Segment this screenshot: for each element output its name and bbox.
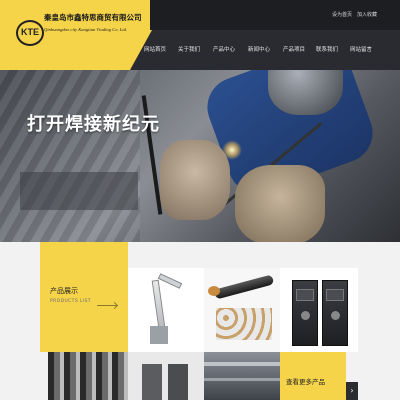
- product-tile-torch[interactable]: [204, 268, 280, 352]
- top-bar: 设为首页 加入收藏: [150, 0, 400, 30]
- robot-arm-image: [151, 279, 166, 329]
- product-tile-robot[interactable]: [128, 268, 204, 352]
- products-title: 产品展示: [50, 287, 78, 295]
- torch-image: [213, 274, 275, 300]
- products-heading-panel: [40, 242, 128, 352]
- nav-item-projects[interactable]: 产品项目: [283, 45, 305, 53]
- welding-machine-image: [292, 280, 318, 346]
- hero-banner[interactable]: [0, 70, 400, 242]
- right-glove-image: [235, 165, 325, 242]
- machine-panel: [296, 289, 314, 301]
- nav-item-products[interactable]: 产品中心: [213, 45, 235, 53]
- nav-item-message[interactable]: 网站留言: [350, 45, 372, 53]
- machine-panel: [326, 289, 344, 301]
- more-products-button[interactable]: 查看更多产品: [280, 352, 346, 400]
- workshop-beam-image: [204, 362, 280, 366]
- torch-tip-image: [208, 286, 220, 296]
- nav-item-home[interactable]: 网站首页: [144, 45, 166, 53]
- hero-title-backdrop: [20, 172, 138, 210]
- cabinet-image: [142, 364, 162, 400]
- nav-item-about[interactable]: 关于我们: [178, 45, 200, 53]
- arrow-right-icon[interactable]: [97, 305, 117, 306]
- tile-spacer: [358, 268, 400, 352]
- welding-helmet-image: [268, 70, 343, 115]
- page: KTE 秦皇岛市鑫特思商贸有限公司 Qinhuangdao city Kangt…: [0, 0, 400, 400]
- torch-parts-image: [216, 308, 272, 340]
- product-tile-cabinets[interactable]: [128, 352, 204, 400]
- machine-dial: [301, 311, 310, 320]
- nav-item-news[interactable]: 新闻中心: [248, 45, 270, 53]
- hero-texture: [0, 70, 140, 242]
- robot-base-image: [150, 326, 168, 344]
- products-subtitle: PRODUCTS LIST: [50, 299, 91, 304]
- company-name-cn: 秦皇岛市鑫特思商贸有限公司: [44, 13, 142, 22]
- welding-spark-image: [222, 140, 242, 160]
- left-glove-image: [160, 140, 230, 220]
- set-homepage-link[interactable]: 设为首页: [332, 11, 352, 18]
- product-tile-rollers[interactable]: [48, 352, 128, 400]
- hero-title: 打开焊接新纪元: [27, 114, 160, 135]
- logo-area[interactable]: KTE 秦皇岛市鑫特思商贸有限公司 Qinhuangdao city Kangt…: [0, 0, 150, 70]
- add-favorite-link[interactable]: 加入收藏: [357, 11, 377, 18]
- welding-machine-image: [322, 280, 348, 346]
- machine-dial: [331, 311, 340, 320]
- nav-item-contact[interactable]: 联系我们: [316, 45, 338, 53]
- workshop-beam-image: [204, 378, 280, 381]
- robot-arm-joint-image: [157, 273, 183, 289]
- main-nav: 网站首页 关于我们 产品中心 新闻中心 产品项目 联系我们 网站留言: [130, 30, 400, 70]
- more-products-arrow-icon[interactable]: ›: [346, 382, 358, 400]
- cabinet-image: [168, 364, 188, 400]
- logo-text: KTE: [21, 27, 39, 37]
- company-logo: KTE: [16, 20, 44, 46]
- more-products-label: 查看更多产品: [286, 378, 325, 386]
- product-tile-workshop[interactable]: [204, 352, 280, 400]
- product-tile-welder[interactable]: [280, 268, 358, 352]
